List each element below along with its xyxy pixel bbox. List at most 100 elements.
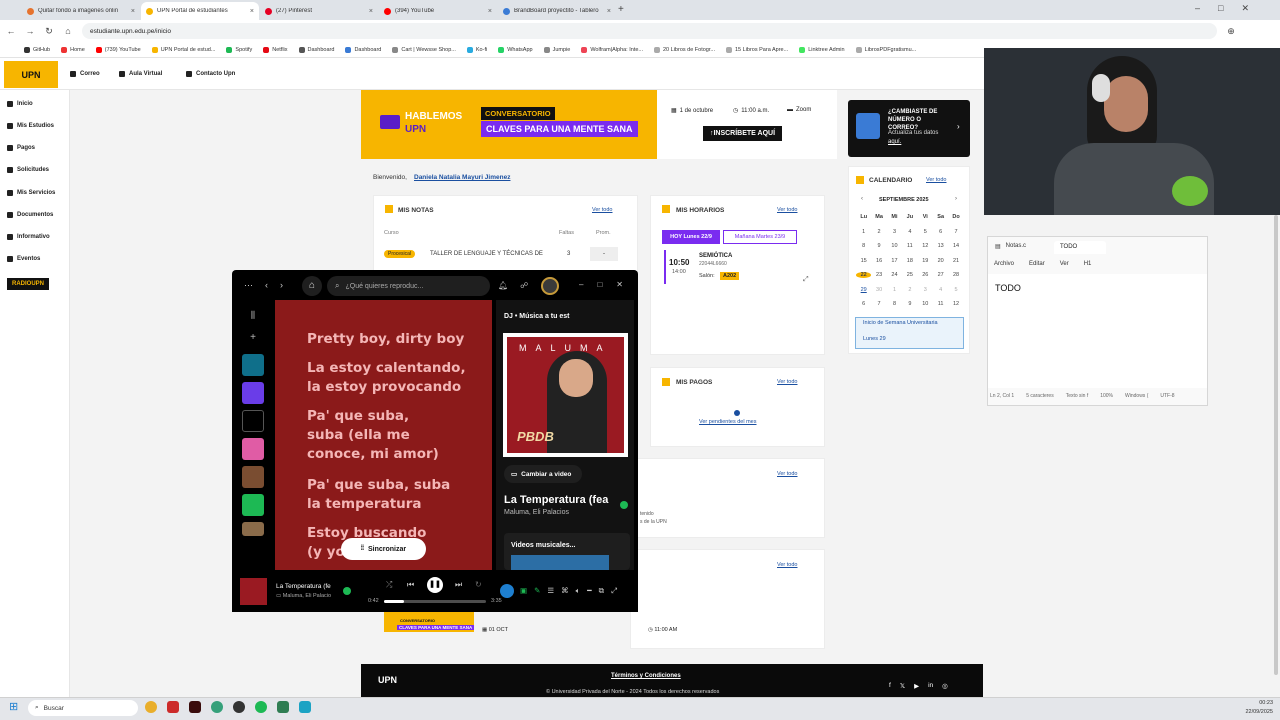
- menu-editar[interactable]: Editar: [1029, 261, 1045, 267]
- calendar-day[interactable]: 12: [948, 301, 963, 307]
- horarios-ver-todo[interactable]: Ver todo: [777, 207, 798, 213]
- illustrator-icon[interactable]: [189, 701, 201, 713]
- maximize-icon[interactable]: □: [597, 280, 602, 289]
- back-icon[interactable]: ‹: [265, 280, 268, 291]
- extra1-ver-todo[interactable]: Ver todo: [777, 471, 798, 477]
- calendar-day[interactable]: 11: [902, 243, 917, 249]
- close-tab-icon[interactable]: ×: [607, 8, 611, 15]
- bookmark-item[interactable]: Netflix: [263, 46, 288, 53]
- browser-tab[interactable]: (27) Pinterest ×: [260, 2, 378, 20]
- lyric-line[interactable]: (y yo: [307, 543, 345, 562]
- calendar-day[interactable]: 5: [918, 229, 933, 235]
- notas-course[interactable]: TALLER DE LENGUAJE Y TÉCNICAS DE: [430, 251, 543, 257]
- calendar-day[interactable]: 10: [918, 301, 933, 307]
- menu-ver[interactable]: Ver: [1060, 261, 1069, 267]
- browser-tab[interactable]: (394) YouTube ×: [379, 2, 497, 20]
- sidebar-item-informativo[interactable]: Informativo: [7, 234, 50, 240]
- calendar-day[interactable]: 6: [933, 229, 948, 235]
- calendar-day[interactable]: 17: [887, 258, 902, 264]
- calendar-day[interactable]: 13: [933, 243, 948, 249]
- playlist-dj-icon[interactable]: [242, 354, 264, 376]
- lyrics-icon[interactable]: ✎: [534, 586, 540, 596]
- progress-track[interactable]: [384, 600, 486, 603]
- update-contact-link[interactable]: aquí.: [888, 139, 901, 145]
- minimize-icon[interactable]: –: [579, 280, 583, 289]
- calendar-day[interactable]: 24: [887, 272, 902, 278]
- youtube-icon[interactable]: ▶: [914, 682, 919, 690]
- sidebar-item-inicio[interactable]: Inicio: [7, 101, 33, 107]
- calendar-day[interactable]: 4: [933, 287, 948, 293]
- lyric-line[interactable]: la estoy provocando: [307, 378, 461, 397]
- tab-tomorrow[interactable]: Mañana Martes 23/9: [723, 230, 797, 244]
- added-check-icon[interactable]: [343, 587, 351, 595]
- footer-terms-link[interactable]: Términos y Condiciones: [611, 673, 681, 679]
- bookmark-item[interactable]: Dashboard: [298, 46, 334, 53]
- track-title[interactable]: La Temperatura (fea: [504, 494, 616, 506]
- extensions-icon[interactable]: ⊕: [1226, 26, 1236, 37]
- lyric-line[interactable]: Pretty boy, dirty boy: [307, 330, 464, 349]
- app-icon[interactable]: [299, 701, 311, 713]
- forward-icon[interactable]: →: [25, 26, 35, 36]
- repeat-icon[interactable]: ↻: [475, 580, 482, 589]
- lyric-line[interactable]: suba (ella me: [307, 426, 410, 445]
- library-icon[interactable]: ⫼: [242, 310, 264, 332]
- close-tab-icon[interactable]: ×: [488, 8, 492, 15]
- avatar[interactable]: [541, 277, 559, 295]
- calendar-day[interactable]: 15: [856, 258, 871, 264]
- track-artists[interactable]: Maluma, Eli Palacios: [504, 509, 569, 516]
- calendar-day[interactable]: 19: [918, 258, 933, 264]
- menu-archivo[interactable]: Archivo: [994, 261, 1014, 267]
- bookmark-item[interactable]: Ko-fi: [466, 46, 487, 53]
- lyric-line[interactable]: conoce, mi amor): [307, 445, 439, 464]
- calendar-day[interactable]: 1: [887, 287, 902, 293]
- next-month-icon[interactable]: ›: [955, 196, 957, 202]
- player-track-artists[interactable]: ▭ Maluma, Eli Palacio: [276, 593, 331, 599]
- volume-icon[interactable]: 🔈︎: [576, 586, 581, 596]
- linkedin-icon[interactable]: in: [928, 682, 933, 690]
- bookmark-item[interactable]: Linktree Admin: [799, 46, 845, 53]
- calendar-day[interactable]: 10: [887, 243, 902, 249]
- playlist-cover-icon[interactable]: [242, 466, 264, 488]
- calendar-ver-todo[interactable]: Ver todo: [926, 177, 947, 183]
- calendar-day[interactable]: 18: [902, 258, 917, 264]
- bookmark-item[interactable]: 15 Libros Para Apre...: [725, 46, 788, 53]
- chrome-icon[interactable]: [145, 701, 157, 713]
- notas-ver-todo[interactable]: Ver todo: [592, 207, 613, 213]
- bookmark-item[interactable]: UPN Portal de estud...: [151, 46, 215, 53]
- bookmark-item[interactable]: 20 Libros de Fotogr...: [654, 46, 715, 53]
- url-input[interactable]: estudiante.upn.edu.pe/inicio: [82, 23, 1217, 39]
- miniplayer-icon[interactable]: ⧉: [599, 586, 604, 596]
- player-track-title[interactable]: La Temperatura (fe: [276, 583, 336, 590]
- video-thumbnail[interactable]: [511, 555, 609, 570]
- new-tab-button[interactable]: +: [618, 4, 624, 15]
- spotify-search[interactable]: ⌕ ¿Qué quieres reproduc...: [327, 276, 490, 296]
- close-tab-icon[interactable]: ×: [131, 8, 135, 15]
- bookmark-item[interactable]: Jumpie: [543, 46, 570, 53]
- calendar-day[interactable]: 27: [933, 272, 948, 278]
- radio-upn-badge[interactable]: RADIOUPN: [7, 278, 49, 290]
- calendar-day[interactable]: 4: [902, 229, 917, 235]
- acrobat-icon[interactable]: [167, 701, 179, 713]
- bookmark-item[interactable]: Dashboard: [345, 46, 381, 53]
- taskbar-search[interactable]: ⌕ Buscar: [28, 700, 138, 716]
- player-cover-thumb[interactable]: [240, 578, 267, 605]
- calendar-day[interactable]: 26: [918, 272, 933, 278]
- calendar-day[interactable]: 7: [948, 229, 963, 235]
- minimize-icon[interactable]: –: [1195, 3, 1200, 14]
- add-icon[interactable]: +: [242, 332, 264, 354]
- close-tab-icon[interactable]: ×: [250, 8, 254, 15]
- page-scrollbar[interactable]: [1274, 215, 1278, 675]
- notepad-tab-1[interactable]: ▤ Notas.c: [995, 243, 1026, 250]
- forward-icon[interactable]: ›: [280, 280, 283, 291]
- bookmark-item[interactable]: Wolfram|Alpha: Inte...: [581, 46, 643, 53]
- fullscreen-icon[interactable]: ⤢: [611, 586, 617, 596]
- sidebar-item-documentos[interactable]: Documentos: [7, 212, 53, 218]
- browser-tab-active[interactable]: UPN Portal de estudiantes ×: [141, 2, 259, 20]
- added-check-icon[interactable]: [620, 501, 628, 509]
- close-icon[interactable]: ✕: [1241, 3, 1249, 14]
- switch-to-video-button[interactable]: ▭ Cambiar a video: [504, 465, 582, 483]
- calendar-day[interactable]: 9: [871, 243, 886, 249]
- bookmark-item[interactable]: WhatsApp: [498, 46, 533, 53]
- register-button[interactable]: ↑ INSCRÍBETE AQUÍ: [703, 126, 782, 141]
- friends-icon[interactable]: ☍: [520, 281, 528, 290]
